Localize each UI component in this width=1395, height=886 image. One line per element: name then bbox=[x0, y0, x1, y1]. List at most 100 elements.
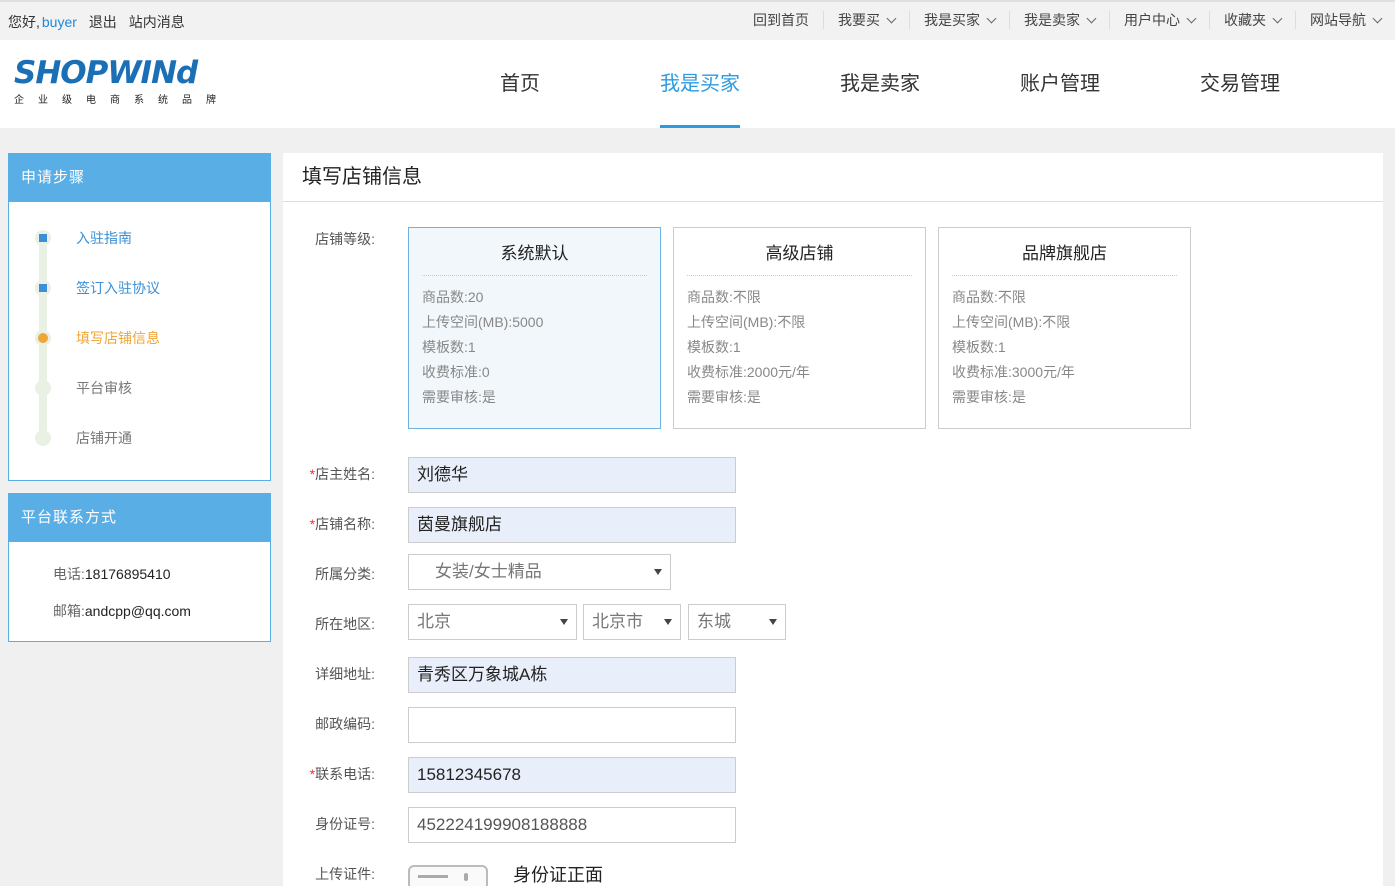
top-nav-site-nav[interactable]: 网站导航 bbox=[1295, 11, 1395, 29]
step-review: 平台审核 bbox=[35, 378, 132, 398]
upload-label: 上传证件: bbox=[315, 866, 375, 882]
top-nav-label: 网站导航 bbox=[1310, 12, 1366, 28]
grade-detail: 收费标准:3000元/年 bbox=[952, 364, 1075, 380]
site-logo[interactable]: SHOPWINd 企业级电商系统品牌 bbox=[14, 56, 228, 106]
owner-label: *店主姓名: bbox=[303, 464, 375, 484]
contact-panel-title: 平台联系方式 bbox=[9, 494, 270, 542]
grade-name: 系统默认 bbox=[422, 228, 647, 276]
top-nav-buyer[interactable]: 我是买家 bbox=[909, 11, 1009, 29]
chevron-down-icon bbox=[886, 13, 897, 23]
step-guide[interactable]: 入驻指南 bbox=[35, 228, 132, 248]
grade-card-flagship[interactable]: 品牌旗舰店 商品数:不限 上传空间(MB):不限 模板数:1 收费标准:3000… bbox=[938, 227, 1191, 429]
logout-link[interactable]: 退出 bbox=[89, 14, 117, 30]
dropdown-arrow-icon bbox=[769, 619, 777, 625]
contact-phone: 18176895410 bbox=[84, 566, 171, 582]
address-input[interactable]: 青秀区万象城A栋 bbox=[408, 657, 736, 693]
logo-tagline: 企业级电商系统品牌 bbox=[14, 95, 230, 106]
top-nav-label: 我是卖家 bbox=[1024, 12, 1080, 28]
greeting-text: 您好, bbox=[8, 14, 40, 30]
phone-label-text: 联系电话: bbox=[315, 766, 375, 782]
category-select[interactable]: 女装/女士精品 bbox=[408, 554, 671, 590]
dropdown-arrow-icon bbox=[664, 619, 672, 625]
chevron-down-icon bbox=[1186, 13, 1197, 23]
province-value: 北京 bbox=[417, 612, 451, 631]
step-label: 填写店铺信息 bbox=[76, 330, 160, 346]
main-nav-account[interactable]: 账户管理 bbox=[970, 40, 1150, 128]
step-store-info: 填写店铺信息 bbox=[35, 328, 160, 348]
top-nav-user-center[interactable]: 用户中心 bbox=[1109, 11, 1209, 29]
main-nav: 首页 我是买家 我是卖家 账户管理 交易管理 bbox=[430, 40, 1330, 128]
address-label: 详细地址: bbox=[315, 666, 375, 682]
grade-detail: 需要审核:是 bbox=[687, 389, 761, 405]
store-name-label: *店铺名称: bbox=[303, 514, 375, 534]
district-select[interactable]: 东城 bbox=[688, 604, 786, 640]
step-label: 入驻指南 bbox=[76, 230, 132, 246]
city-value: 北京市 bbox=[592, 612, 643, 631]
step-open: 店铺开通 bbox=[35, 428, 132, 448]
top-nav-home[interactable]: 回到首页 bbox=[739, 11, 823, 29]
top-nav-buy[interactable]: 我要买 bbox=[823, 11, 909, 29]
grade-card-advanced[interactable]: 高级店铺 商品数:不限 上传空间(MB):不限 模板数:1 收费标准:2000元… bbox=[673, 227, 926, 429]
top-nav-label: 回到首页 bbox=[753, 12, 809, 28]
dropdown-arrow-icon bbox=[654, 569, 662, 575]
chevron-down-icon bbox=[1372, 13, 1383, 23]
top-nav-seller[interactable]: 我是卖家 bbox=[1009, 11, 1109, 29]
grade-detail: 模板数:1 bbox=[952, 339, 1006, 355]
id-card-icon[interactable] bbox=[408, 865, 488, 886]
grade-detail: 收费标准:2000元/年 bbox=[687, 364, 810, 380]
top-nav-label: 我是买家 bbox=[924, 12, 980, 28]
grade-card-default[interactable]: 系统默认 商品数:20 上传空间(MB):5000 模板数:1 收费标准:0 需… bbox=[408, 227, 661, 429]
step-label: 平台审核 bbox=[76, 380, 132, 396]
chevron-down-icon bbox=[1086, 13, 1097, 23]
idno-input[interactable]: 452224199908188888 bbox=[408, 807, 736, 843]
main-nav-buyer[interactable]: 我是买家 bbox=[610, 40, 790, 128]
main-nav-seller[interactable]: 我是卖家 bbox=[790, 40, 970, 128]
category-value: 女装/女士精品 bbox=[435, 562, 542, 581]
province-select[interactable]: 北京 bbox=[408, 604, 577, 640]
city-select[interactable]: 北京市 bbox=[583, 604, 681, 640]
grade-name: 高级店铺 bbox=[687, 228, 912, 276]
grade-detail: 模板数:1 bbox=[687, 339, 741, 355]
step-pending-icon bbox=[35, 380, 51, 396]
category-label: 所属分类: bbox=[315, 566, 375, 582]
grade-name: 品牌旗舰店 bbox=[952, 228, 1177, 276]
form-title: 填写店铺信息 bbox=[283, 153, 1383, 202]
top-nav-favorites[interactable]: 收藏夹 bbox=[1209, 11, 1295, 29]
grade-detail: 上传空间(MB):5000 bbox=[422, 314, 544, 330]
steps-list: 入驻指南 签订入驻协议 填写店铺信息 平台审核 店铺开通 bbox=[9, 202, 270, 480]
store-name-input[interactable]: 茵曼旗舰店 bbox=[408, 507, 736, 543]
top-nav-label: 我要买 bbox=[838, 12, 880, 28]
region-label: 所在地区: bbox=[315, 616, 375, 632]
top-nav-label: 收藏夹 bbox=[1224, 12, 1266, 28]
phone-label: 电话: bbox=[53, 566, 85, 582]
grade-detail: 商品数:不限 bbox=[952, 289, 1026, 305]
step-done-icon bbox=[35, 280, 51, 296]
grade-detail: 收费标准:0 bbox=[422, 364, 490, 380]
user-greeting: 您好, buyer 退出 站内消息 bbox=[8, 12, 185, 32]
owner-label-text: 店主姓名: bbox=[315, 466, 375, 482]
steps-panel-title: 申请步骤 bbox=[9, 154, 270, 202]
step-agreement[interactable]: 签订入驻协议 bbox=[35, 278, 160, 298]
step-done-icon bbox=[35, 230, 51, 246]
zip-label: 邮政编码: bbox=[315, 716, 375, 732]
steps-panel: 申请步骤 入驻指南 签订入驻协议 填写店铺信息 平台审核 店铺开通 bbox=[8, 153, 271, 481]
contact-info: 电话:18176895410 邮箱:andcpp@qq.com bbox=[9, 542, 270, 642]
grade-detail: 上传空间(MB):不限 bbox=[687, 314, 806, 330]
step-pending-icon bbox=[35, 430, 51, 446]
zip-input[interactable] bbox=[408, 707, 736, 743]
step-current-icon bbox=[35, 330, 51, 346]
step-label: 签订入驻协议 bbox=[76, 280, 160, 296]
messages-link[interactable]: 站内消息 bbox=[129, 14, 185, 30]
grade-detail: 需要审核:是 bbox=[422, 389, 496, 405]
username-link[interactable]: buyer bbox=[42, 14, 77, 30]
owner-name-input[interactable]: 刘德华 bbox=[408, 457, 736, 493]
store-name-label-text: 店铺名称: bbox=[315, 516, 375, 532]
site-header: SHOPWINd 企业级电商系统品牌 首页 我是买家 我是卖家 账户管理 交易管… bbox=[0, 40, 1395, 128]
chevron-down-icon bbox=[986, 13, 997, 23]
main-nav-home[interactable]: 首页 bbox=[430, 40, 610, 128]
main-nav-trade[interactable]: 交易管理 bbox=[1150, 40, 1330, 128]
phone-input[interactable]: 15812345678 bbox=[408, 757, 736, 793]
grade-detail: 商品数:20 bbox=[422, 289, 484, 305]
district-value: 东城 bbox=[697, 612, 731, 631]
contact-panel: 平台联系方式 电话:18176895410 邮箱:andcpp@qq.com bbox=[8, 493, 271, 642]
